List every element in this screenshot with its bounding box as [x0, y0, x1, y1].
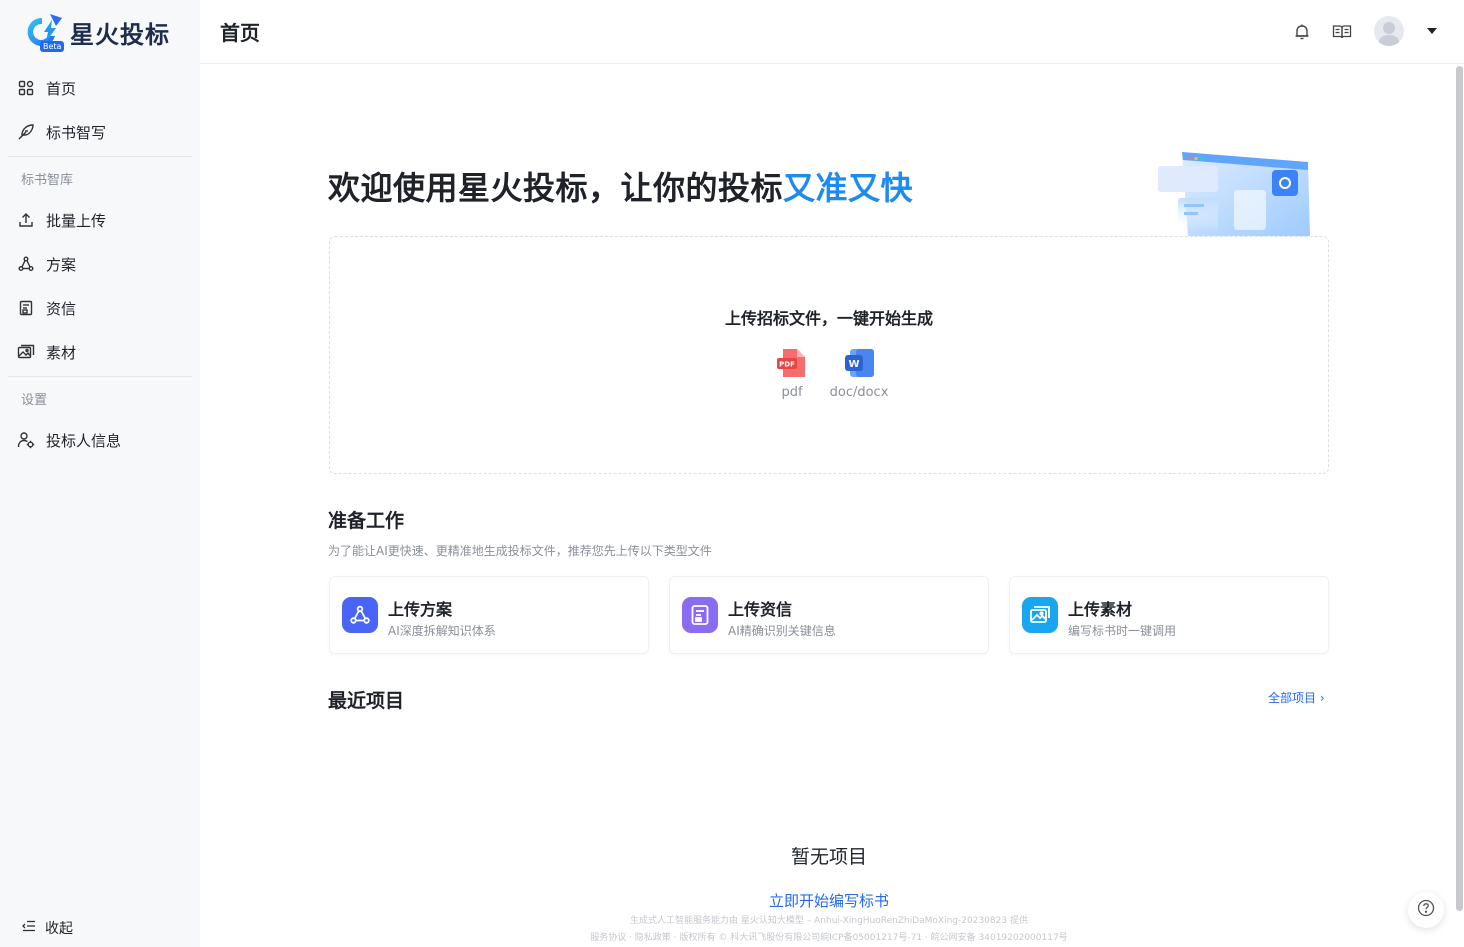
word-badge-text: W [848, 359, 859, 370]
sidebar-item-label: 批量上传 [46, 211, 107, 230]
sidebar-item-label: 素材 [46, 343, 77, 362]
chevron-right-icon: › [1319, 691, 1325, 705]
file-type-pdf: PDF pdf [762, 347, 822, 400]
network-icon [17, 255, 35, 273]
word-file-icon: W [842, 347, 876, 379]
upload-materials-card[interactable]: 上传素材 编写标书时一键调用 [1009, 576, 1329, 654]
file-type-label: pdf [781, 385, 803, 400]
sidebar-item-writer[interactable]: 标书智写 [8, 112, 192, 152]
pdf-badge-text: PDF [779, 361, 795, 369]
card-title: 上传方案 [388, 600, 453, 619]
upload-credentials-card[interactable]: 上传资信 AI精确识别关键信息 [669, 576, 989, 654]
pdf-file-icon: PDF [775, 347, 809, 379]
sidebar-item-label: 首页 [46, 79, 77, 98]
bell-icon[interactable] [1291, 21, 1313, 43]
dashboard-illustration-icon [1150, 140, 1320, 240]
sidebar-item-materials[interactable]: 素材 [8, 332, 192, 372]
sidebar-item-batch-upload[interactable]: 批量上传 [8, 200, 192, 240]
sidebar-item-bidder-info[interactable]: 投标人信息 [8, 420, 192, 460]
all-projects-link[interactable]: 全部项目 › [1268, 689, 1325, 706]
quill-icon [17, 123, 35, 141]
logo-mark-icon: Beta [22, 12, 65, 52]
footer-model-notice: 生成式人工智能服务能力由 星火认知大模型 – Anhui-XingHuoRenZ… [630, 916, 1028, 926]
upload-icon [17, 211, 35, 229]
footer-legal-links[interactable]: 服务协议 · 隐私政策 · 版权所有 © 科大讯飞股份有限公司皖ICP备0500… [200, 930, 1458, 943]
card-desc: AI深度拆解知识体系 [388, 624, 496, 638]
welcome-prefix: 欢迎使用星火投标，让你的投标 [328, 169, 784, 207]
top-header: 首页 [200, 0, 1464, 64]
app-window: Beta 星火投标 首页 标书智写 标书智库 批量上传 方案 资信 素材 设置 … [0, 0, 1464, 947]
certificate-icon [682, 597, 718, 633]
card-title: 上传素材 [1068, 600, 1133, 619]
sidebar-item-home[interactable]: 首页 [8, 68, 192, 108]
start-writing-link[interactable]: 立即开始编写标书 [326, 890, 1332, 911]
divider [8, 376, 192, 377]
sidebar-item-credentials[interactable]: 资信 [8, 288, 192, 328]
network-icon [342, 597, 378, 633]
nav-group-library: 标书智库 [21, 173, 74, 188]
upload-dropzone[interactable]: 上传招标文件，一键开始生成 PDF pdf W doc/docx [329, 236, 1329, 474]
sidebar-item-label: 标书智写 [46, 123, 107, 142]
user-settings-icon [17, 431, 35, 449]
page-title: 首页 [220, 21, 260, 45]
sidebar: Beta 星火投标 首页 标书智写 标书智库 批量上传 方案 资信 素材 设置 … [0, 0, 200, 947]
collapse-label: 收起 [45, 921, 73, 937]
card-desc: AI精确识别关键信息 [728, 624, 836, 638]
upload-plan-card[interactable]: 上传方案 AI深度拆解知识体系 [329, 576, 649, 654]
sidebar-item-plan[interactable]: 方案 [8, 244, 192, 284]
empty-state-text: 暂无项目 [790, 846, 867, 868]
recent-projects-panel: 暂无项目 立即开始编写标书 [326, 728, 1332, 913]
all-projects-label: 全部项目 [1268, 691, 1317, 705]
sidebar-item-label: 投标人信息 [46, 431, 122, 450]
upload-title: 上传招标文件，一键开始生成 [724, 309, 933, 328]
grid-icon [17, 79, 35, 97]
collapse-button[interactable]: 收起 [22, 918, 73, 938]
caret-down-icon[interactable] [1427, 28, 1437, 34]
scrollbar[interactable] [1456, 66, 1463, 911]
prep-section-title: 准备工作 [328, 510, 405, 532]
collapse-menu-icon [22, 920, 36, 936]
card-desc: 编写标书时一键调用 [1068, 624, 1177, 638]
recent-section-title: 最近项目 [328, 690, 405, 712]
welcome-highlight: 又准又快 [783, 169, 914, 207]
beta-badge: Beta [40, 41, 65, 52]
sidebar-item-label: 方案 [46, 255, 77, 274]
certificate-icon [17, 299, 35, 317]
images-icon [1022, 597, 1058, 633]
file-type-label: doc/docx [829, 385, 889, 400]
avatar[interactable] [1374, 16, 1404, 46]
sidebar-item-label: 资信 [46, 299, 77, 318]
brand-name: 星火投标 [70, 20, 170, 49]
help-button[interactable] [1408, 892, 1444, 928]
prep-section-subtitle: 为了能让AI更快速、更精准地生成投标文件，推荐您先上传以下类型文件 [328, 544, 712, 558]
welcome-heading: 欢迎使用星火投标，让你的投标又准又快 [328, 163, 913, 209]
file-type-word: W doc/docx [829, 347, 889, 400]
divider [8, 156, 192, 157]
question-icon [1417, 899, 1435, 921]
brand-logo[interactable]: Beta 星火投标 [22, 12, 170, 52]
images-icon [17, 343, 35, 361]
nav-group-settings: 设置 [21, 393, 48, 408]
manual-book-icon[interactable] [1331, 21, 1353, 43]
card-title: 上传资信 [728, 600, 793, 619]
